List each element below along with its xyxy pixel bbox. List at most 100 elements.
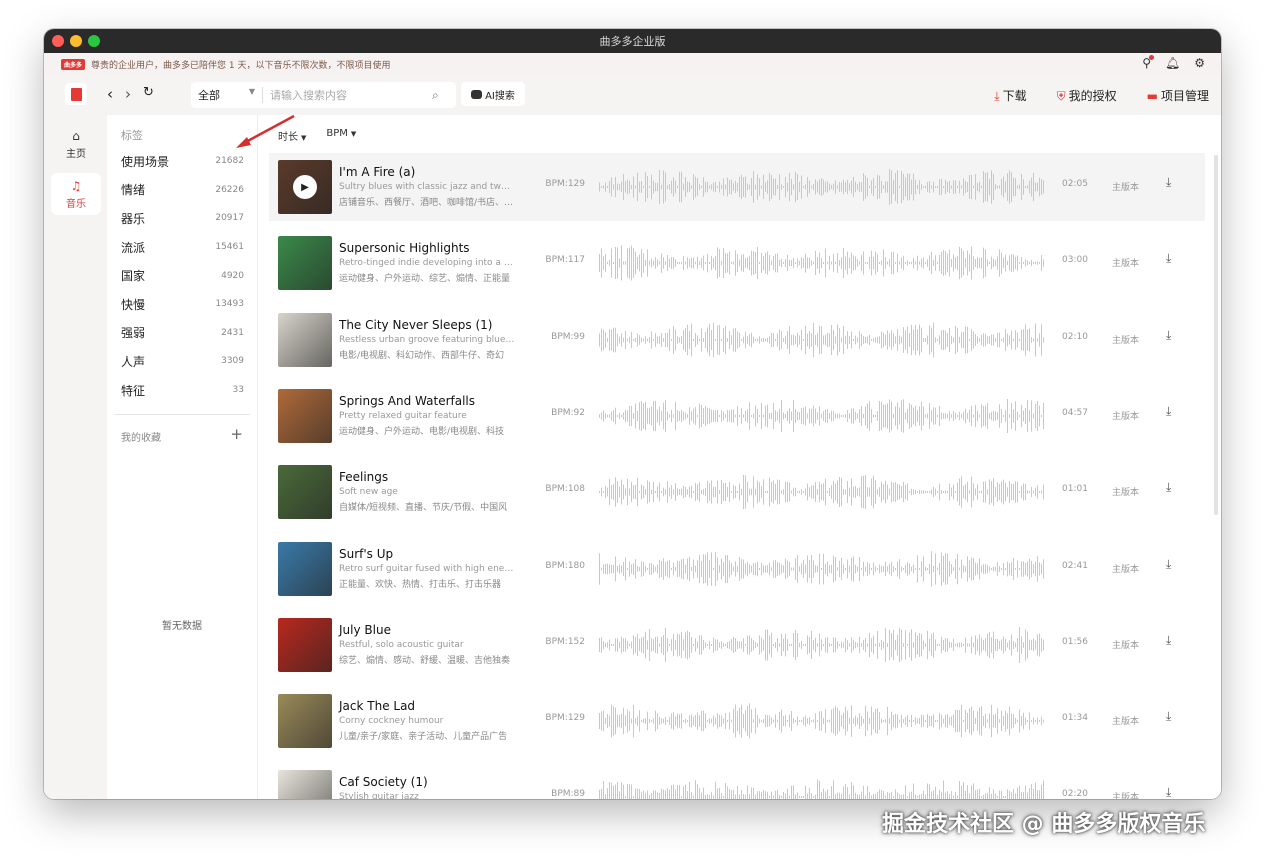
nav-controls: ‹ › ↻ (107, 85, 154, 103)
download-icon[interactable]: ⤓ (1166, 404, 1171, 419)
waveform[interactable] (599, 320, 1044, 360)
user-icon[interactable]: ⚲ (1142, 55, 1154, 70)
track-title[interactable]: Springs And Waterfalls (339, 394, 475, 408)
ai-search-button[interactable]: AI搜索 (461, 82, 525, 106)
rail-item-music[interactable]: ♫ 音乐 (51, 173, 101, 215)
search-input[interactable]: 请输入搜索内容 (263, 87, 432, 103)
settings-icon[interactable]: ⚙ (1194, 56, 1205, 70)
track-duration: 02:20 (1062, 789, 1088, 799)
download-icon[interactable]: ⤓ (1166, 480, 1171, 495)
album-cover[interactable] (278, 388, 332, 443)
project-label: 项目管理 (1160, 89, 1209, 103)
track-version[interactable]: 主版本 (1112, 562, 1139, 575)
waveform[interactable] (599, 243, 1044, 283)
tag-name: 快慢 (121, 297, 146, 312)
play-icon[interactable]: ▶ (293, 175, 317, 199)
scrollbar[interactable] (1214, 155, 1218, 515)
album-cover[interactable] (278, 465, 332, 520)
watermark: 掘金技术社区 @ 曲多多版权音乐 (882, 812, 1206, 837)
close-window-button[interactable] (52, 35, 64, 47)
track-title[interactable]: I'm A Fire (a) (339, 165, 415, 179)
track-tags: 电影/电视剧、科幻动作、西部牛仔、奇幻 (339, 350, 505, 361)
track-title[interactable]: Jack The Lad (339, 699, 415, 713)
tag-item[interactable]: 特征 33 (107, 376, 257, 405)
track-tags: 自媒体/短视频、直播、节庆/节假、中国风 (339, 503, 508, 514)
track-version[interactable]: 主版本 (1112, 714, 1139, 727)
tag-item[interactable]: 国家 4920 (107, 261, 257, 290)
waveform[interactable] (599, 625, 1044, 665)
waveform[interactable] (599, 472, 1044, 512)
track-title[interactable]: Feelings (339, 470, 388, 484)
track-tags: 综艺、煽情、感动、舒缓、温暖、吉他独奏 (339, 655, 511, 666)
download-icon[interactable]: ⤓ (1166, 709, 1171, 724)
tag-item[interactable]: 流派 15461 (107, 233, 257, 262)
track-row[interactable]: Surf's Up Retro surf guitar fused with hi… (269, 535, 1205, 603)
download-icon[interactable]: ⤓ (1166, 633, 1171, 648)
album-cover[interactable] (278, 694, 332, 749)
waveform[interactable] (599, 396, 1044, 436)
track-description: Retro surf guitar fused with high energy (339, 563, 515, 574)
album-cover[interactable] (278, 541, 332, 596)
tag-item[interactable]: 人声 3309 (107, 347, 257, 376)
track-description: Restful, solo acoustic guitar (339, 639, 464, 650)
minimize-window-button[interactable] (70, 35, 82, 47)
zoom-window-button[interactable] (88, 35, 100, 47)
download-icon[interactable]: ⤓ (1166, 251, 1171, 266)
track-version[interactable]: 主版本 (1112, 485, 1139, 498)
tag-name: 国家 (121, 269, 146, 284)
bpm-filter[interactable]: BPM ▼ (326, 128, 356, 143)
track-row[interactable]: ▶ I'm A Fire (a) Sultry blues with classic… (269, 153, 1205, 221)
album-cover[interactable] (278, 312, 332, 367)
refresh-icon[interactable]: ↻ (143, 85, 154, 103)
rail-item-home[interactable]: ⌂ 主页 (51, 123, 101, 165)
waveform[interactable] (599, 777, 1044, 799)
tag-item[interactable]: 强弱 2431 (107, 319, 257, 348)
bell-icon[interactable]: 🔔︎ (1165, 56, 1180, 70)
track-row[interactable]: Springs And Waterfalls Pretty relaxed gui… (269, 382, 1205, 450)
waveform[interactable] (599, 167, 1044, 207)
track-title[interactable]: Supersonic Highlights (339, 241, 470, 255)
track-version[interactable]: 主版本 (1112, 333, 1139, 346)
scope-select[interactable]: 全部 ▼ (191, 87, 263, 103)
waveform[interactable] (599, 701, 1044, 741)
download-icon[interactable]: ⤓ (1166, 557, 1171, 572)
add-favorite-icon[interactable]: + (230, 427, 243, 444)
back-icon[interactable]: ‹ (107, 85, 113, 103)
track-version[interactable]: 主版本 (1112, 790, 1139, 799)
forward-icon[interactable]: › (125, 85, 131, 103)
track-row[interactable]: Supersonic Highlights Retro-tinged indie … (269, 229, 1205, 297)
favorites-header: 我的收藏 + (107, 415, 257, 445)
track-row[interactable]: The City Never Sleeps (1) Restless urban … (269, 306, 1205, 374)
license-button[interactable]: ⛨ 我的授权 (1057, 87, 1117, 104)
track-bpm: BPM:180 (545, 560, 585, 571)
track-row[interactable]: Caf Society (1) Stylish guitar jazz BPM:89… (269, 763, 1205, 799)
track-version[interactable]: 主版本 (1112, 180, 1139, 193)
download-button[interactable]: ⤓ 下载 (994, 87, 1026, 104)
track-row[interactable]: Feelings Soft new age 自媒体/短视频、直播、节庆/节假、中国风… (269, 458, 1205, 526)
waveform[interactable] (599, 549, 1044, 589)
album-cover[interactable] (278, 617, 332, 672)
download-icon[interactable]: ⤓ (1166, 785, 1171, 799)
track-version[interactable]: 主版本 (1112, 256, 1139, 269)
track-title[interactable]: Caf Society (1) (339, 775, 428, 789)
track-description: Retro-tinged indie developing into a pyl… (339, 258, 515, 269)
search-icon[interactable]: ⌕ (432, 88, 456, 103)
track-title[interactable]: Surf's Up (339, 547, 393, 561)
album-cover[interactable] (278, 236, 332, 291)
header-actions: ⤓ 下载 ⛨ 我的授权 ▬ 项目管理 (994, 87, 1209, 104)
tag-item[interactable]: 器乐 20917 (107, 204, 257, 233)
download-icon[interactable]: ⤓ (1166, 328, 1171, 343)
track-row[interactable]: July Blue Restful, solo acoustic guitar 综艺… (269, 611, 1205, 679)
track-title[interactable]: The City Never Sleeps (1) (339, 318, 492, 332)
tag-item[interactable]: 情绪 26226 (107, 176, 257, 205)
toolbar: ‹ › ↻ 全部 ▼ 请输入搜索内容 ⌕ AI搜索 ⤓ 下载 ⛨ 我的授权 ▬ 项目管… (44, 75, 1221, 115)
album-cover[interactable] (278, 770, 332, 799)
tag-item[interactable]: 快慢 13493 (107, 290, 257, 319)
annotation-arrow (236, 114, 295, 148)
track-row[interactable]: Jack The Lad Corny cockney humour 儿童/亲子/家庭… (269, 687, 1205, 755)
project-button[interactable]: ▬ 项目管理 (1147, 87, 1209, 104)
track-title[interactable]: July Blue (339, 623, 391, 637)
download-icon[interactable]: ⤓ (1166, 175, 1171, 190)
track-version[interactable]: 主版本 (1112, 409, 1139, 422)
track-version[interactable]: 主版本 (1112, 638, 1139, 651)
